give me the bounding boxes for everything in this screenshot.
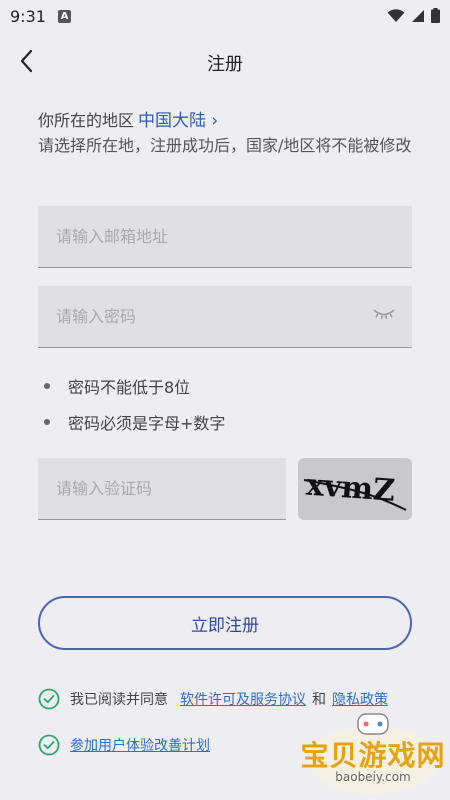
- eye-closed-icon: [373, 309, 395, 320]
- register-button[interactable]: 立即注册: [38, 596, 412, 650]
- agreement-prefix: 我已阅读并同意: [70, 692, 168, 708]
- signal-icon: [412, 9, 424, 22]
- region-hint: 请选择所在地，注册成功后，国家/地区将不能被修改: [38, 136, 412, 155]
- improve-plan-row: 参加用户体验改善计划: [38, 734, 210, 756]
- agreement-row: 我已阅读并同意 软件许可及服务协议 和 隐私政策: [38, 688, 388, 710]
- password-rule-text: 密码不能低于8位: [68, 378, 191, 397]
- improve-plan-link[interactable]: 参加用户体验改善计划: [70, 735, 210, 755]
- agreement-and: 和: [312, 692, 326, 708]
- check-circle-icon[interactable]: [38, 734, 60, 756]
- password-field[interactable]: [38, 286, 412, 347]
- region-label: 你所在的地区: [38, 111, 135, 130]
- status-bar: 9:31 A: [0, 0, 450, 32]
- wifi-icon: [387, 8, 405, 22]
- password-rule-item: 密码必须是字母+数字: [44, 410, 225, 434]
- password-rule-text: 密码必须是字母+数字: [68, 414, 226, 433]
- license-link[interactable]: 软件许可及服务协议: [180, 689, 306, 709]
- battery-icon: [431, 8, 440, 23]
- password-visibility-toggle[interactable]: [372, 306, 396, 326]
- captcha-text: xvmZ: [305, 468, 396, 509]
- email-field-container: [38, 206, 412, 268]
- password-rule-item: 密码不能低于8位: [44, 374, 190, 398]
- captcha-image[interactable]: xvmZ: [298, 458, 412, 520]
- status-time: 9:31: [10, 7, 46, 26]
- watermark-url: baobeiy.com: [335, 770, 411, 784]
- header: 注册: [0, 32, 450, 90]
- password-field-container: [38, 286, 412, 348]
- watermark: 宝贝游戏网 baobeiy.com: [298, 708, 448, 800]
- bullet: [44, 383, 50, 389]
- email-field[interactable]: [38, 206, 412, 267]
- captcha-field-container: [38, 458, 286, 520]
- watermark-title: 宝贝游戏网: [300, 739, 446, 772]
- status-icons: [387, 8, 440, 23]
- check-circle-icon[interactable]: [38, 688, 60, 710]
- notification-icon: A: [58, 10, 71, 23]
- bullet: [44, 419, 50, 425]
- captcha-field[interactable]: [38, 458, 286, 519]
- region-row: 你所在的地区 中国大陆 ›: [38, 106, 218, 131]
- region-selector[interactable]: 中国大陆 ›: [138, 111, 218, 131]
- privacy-link[interactable]: 隐私政策: [332, 689, 388, 709]
- page-title: 注册: [207, 54, 243, 75]
